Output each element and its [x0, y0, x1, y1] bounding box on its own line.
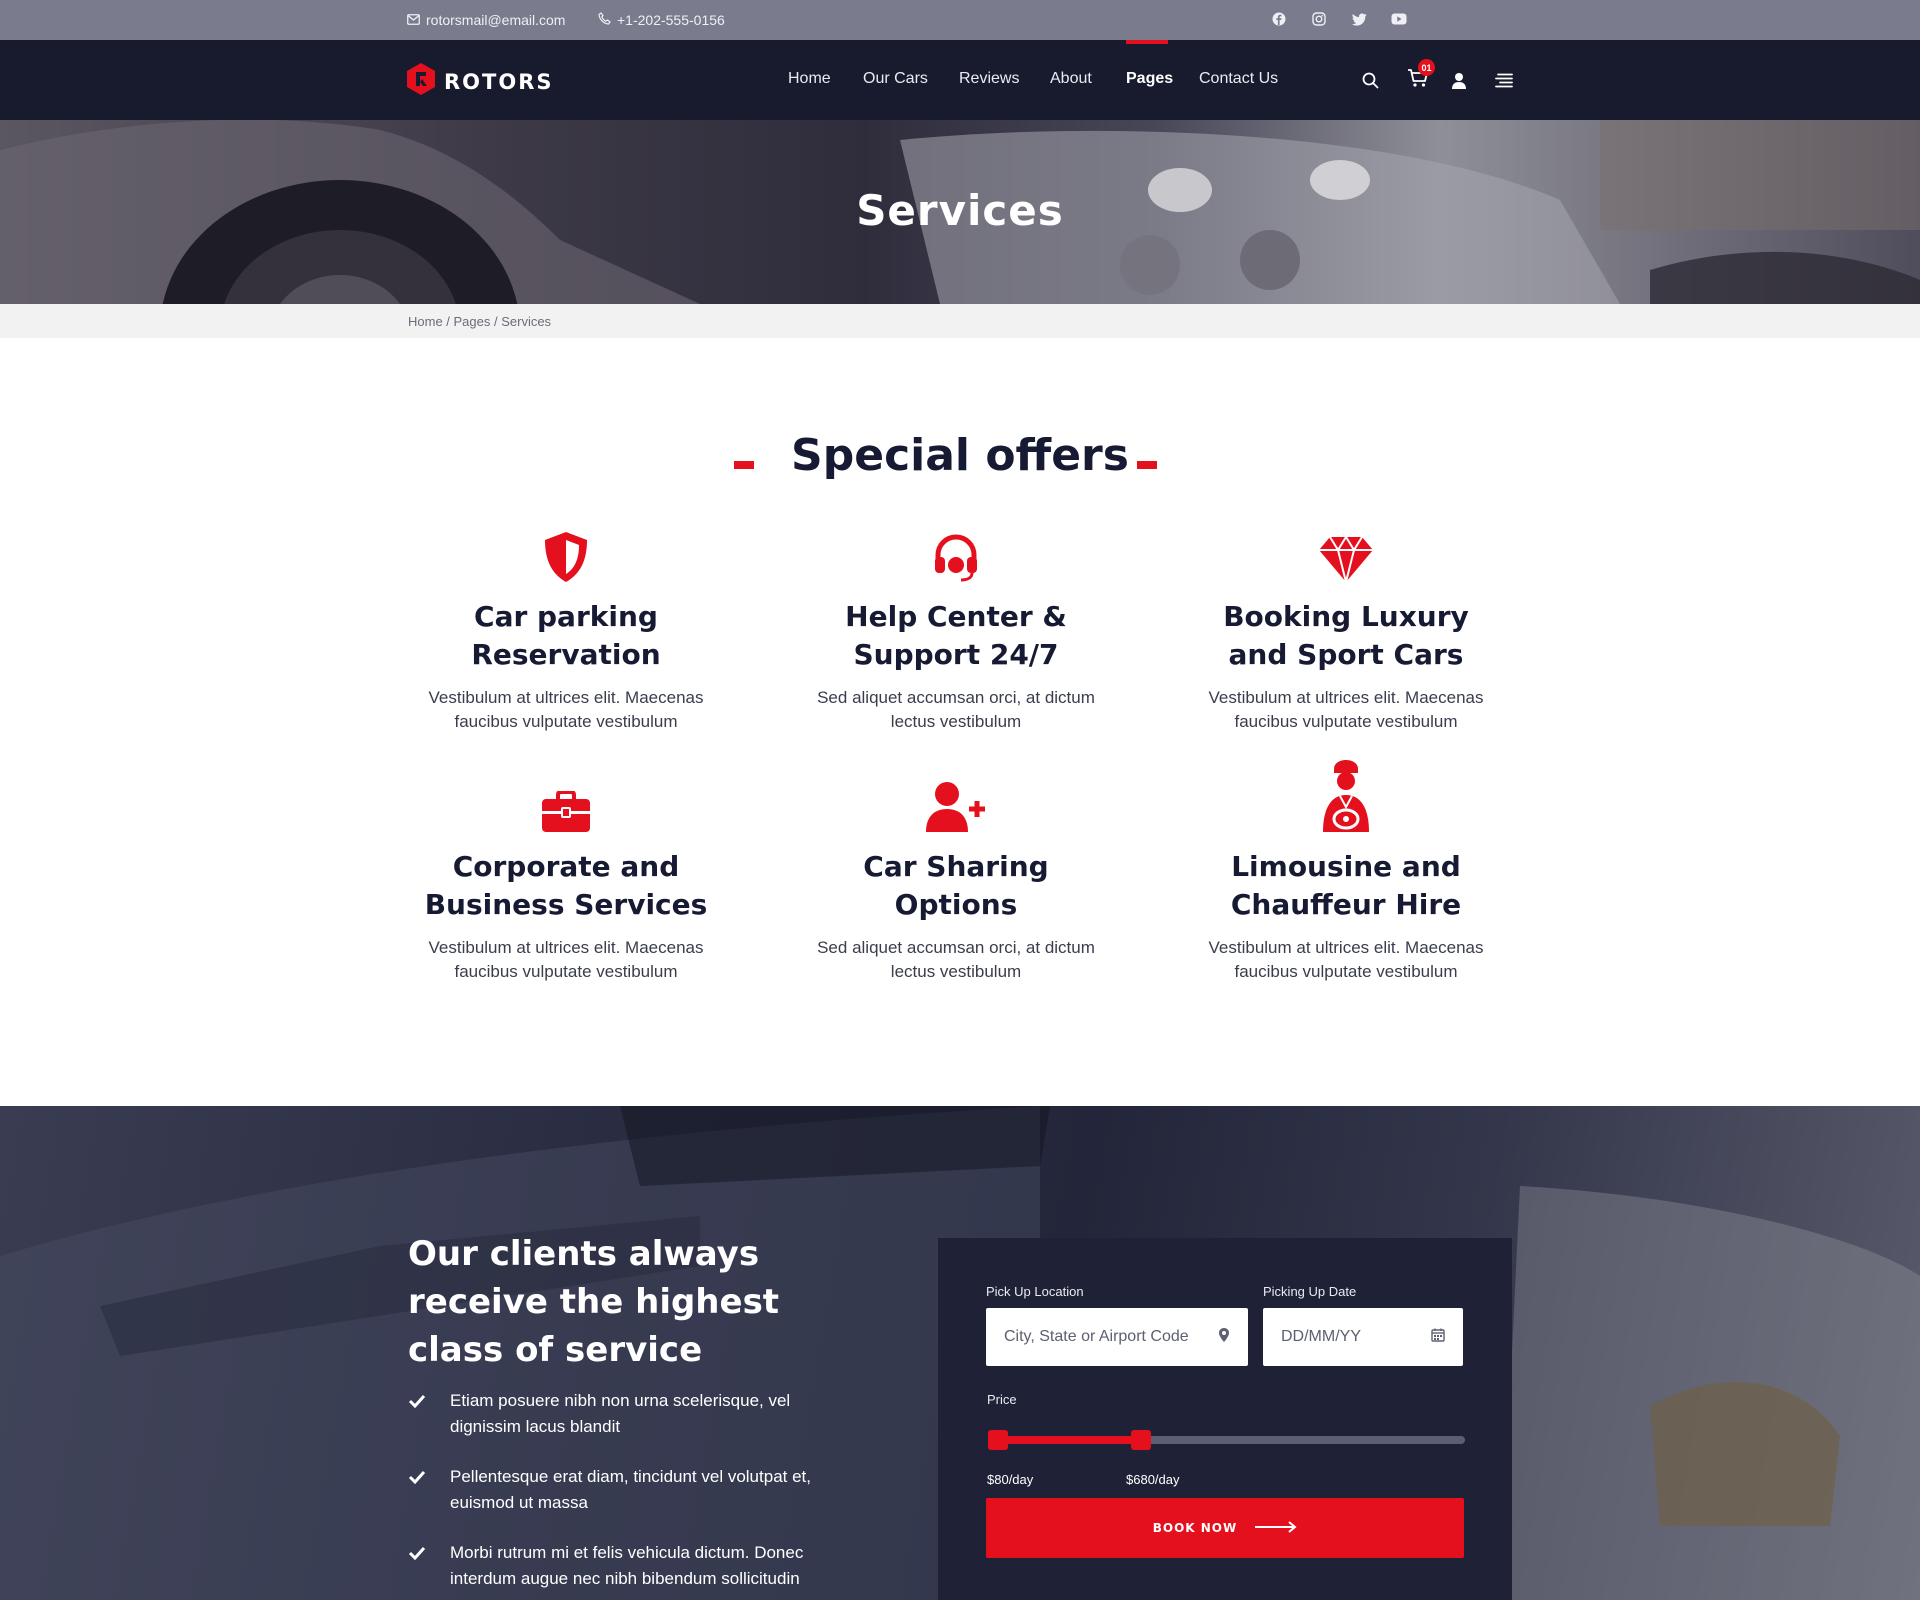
- cart-count-badge: 01: [1418, 59, 1435, 76]
- book-now-button[interactable]: BOOK NOW: [986, 1498, 1464, 1558]
- pickup-location-input[interactable]: City, State or Airport Code: [986, 1308, 1248, 1366]
- offer-title: Corporate and Business Services: [424, 850, 708, 921]
- price-min-value: $80/day: [987, 1472, 1034, 1487]
- offer-title: Car parking Reservation: [471, 600, 661, 671]
- page-title: Services: [856, 186, 1064, 235]
- offer-description: Sed aliquet accumsan orci, at dictum lec…: [817, 938, 1095, 981]
- date-placeholder: DD/MM/YY: [1281, 1328, 1361, 1345]
- cart-button[interactable]: 01: [1406, 59, 1435, 92]
- offer-description: Vestibulum at ultrices elit. Maecenas fa…: [1208, 938, 1484, 981]
- menu-icon[interactable]: [1492, 68, 1516, 92]
- offer-card[interactable]: Booking Luxury and Sport Cars Vestibulum…: [1176, 528, 1516, 734]
- diamond-icon: [1318, 535, 1374, 588]
- main-menu: Home Our Cars Reviews About Pages Contac…: [0, 70, 1920, 90]
- booking-heading: Our clients always receive the highest c…: [408, 1234, 780, 1370]
- price-max-handle[interactable]: [1131, 1430, 1152, 1450]
- offer-card[interactable]: Limousine and Chauffeur Hire Vestibulum …: [1176, 760, 1516, 984]
- list-item: Morbi rutrum mi et felis vehicula dictum…: [408, 1540, 848, 1592]
- offer-title: Car Sharing Options: [863, 850, 1049, 921]
- main-navbar: ROTORS Home Our Cars Reviews About Pages…: [0, 40, 1920, 120]
- offer-title: Help Center & Support 24/7: [845, 600, 1067, 671]
- price-min-handle[interactable]: [988, 1430, 1008, 1450]
- email-text: rotorsmail@email.com: [426, 12, 566, 28]
- phone-contact[interactable]: +1-202-555-0156: [598, 12, 725, 28]
- special-offers-title: Special offers: [791, 430, 1129, 481]
- phone-text: +1-202-555-0156: [617, 12, 725, 28]
- offer-title: Booking Luxury and Sport Cars: [1223, 600, 1469, 671]
- map-pin-icon: [1218, 1327, 1230, 1348]
- social-links: [1270, 10, 1408, 28]
- offer-description: Vestibulum at ultrices elit. Maecenas fa…: [428, 938, 704, 981]
- facebook-icon[interactable]: [1270, 10, 1288, 28]
- envelope-icon: [407, 12, 420, 28]
- nav-pages[interactable]: Pages: [1126, 70, 1173, 88]
- pickup-date-input[interactable]: DD/MM/YY: [1263, 1308, 1463, 1366]
- price-range-fill: [989, 1436, 1142, 1444]
- email-contact[interactable]: rotorsmail@email.com: [407, 12, 565, 28]
- offer-card[interactable]: Corporate and Business Services Vestibul…: [396, 778, 736, 984]
- list-item: Etiam posuere nibh non urna scelerisque,…: [408, 1388, 848, 1440]
- page-hero: Services: [0, 120, 1920, 304]
- headset-icon: [931, 533, 981, 588]
- twitter-icon[interactable]: [1350, 10, 1368, 28]
- nav-about[interactable]: About: [1050, 70, 1092, 88]
- search-icon[interactable]: [1358, 68, 1382, 92]
- offer-title: Limousine and Chauffeur Hire: [1230, 850, 1462, 921]
- offer-description: Vestibulum at ultrices elit. Maecenas fa…: [1208, 688, 1484, 731]
- user-plus-icon: [925, 781, 987, 838]
- title-dash-right: [1137, 461, 1157, 469]
- checkmark-icon: [408, 1540, 430, 1592]
- pickup-location-label: Pick Up Location: [986, 1284, 1084, 1299]
- offer-card[interactable]: Car Sharing Options Sed aliquet accumsan…: [786, 778, 1126, 984]
- instagram-icon[interactable]: [1310, 10, 1328, 28]
- offer-description: Vestibulum at ultrices elit. Maecenas fa…: [428, 688, 704, 731]
- pickup-date-label: Picking Up Date: [1263, 1284, 1357, 1299]
- briefcase-icon: [541, 790, 591, 838]
- checkmark-icon: [408, 1464, 430, 1516]
- breadcrumb-bar: Home / Pages / Services: [0, 304, 1920, 338]
- phone-icon: [598, 12, 611, 28]
- price-range-slider[interactable]: [988, 1430, 1465, 1450]
- checkmark-icon: [408, 1388, 430, 1440]
- book-now-label: BOOK NOW: [1152, 1521, 1238, 1535]
- booking-section: Our clients always receive the highest c…: [0, 1106, 1920, 1600]
- nav-our-cars[interactable]: Our Cars: [863, 70, 928, 88]
- nav-home[interactable]: Home: [788, 70, 831, 88]
- offer-description: Sed aliquet accumsan orci, at dictum lec…: [817, 688, 1095, 731]
- active-menu-indicator: [1126, 40, 1168, 44]
- nav-reviews[interactable]: Reviews: [959, 70, 1019, 88]
- youtube-icon[interactable]: [1390, 10, 1408, 28]
- offer-card[interactable]: Help Center & Support 24/7 Sed aliquet a…: [786, 528, 1126, 734]
- user-icon[interactable]: [1447, 68, 1471, 92]
- list-item: Pellentesque erat diam, tincidunt vel vo…: [408, 1464, 848, 1516]
- top-bar: rotorsmail@email.com +1-202-555-0156: [0, 0, 1920, 40]
- benefits-list: Etiam posuere nibh non urna scelerisque,…: [408, 1388, 848, 1600]
- chauffeur-icon: [1320, 760, 1372, 838]
- price-max-value: $680/day: [1126, 1472, 1180, 1487]
- calendar-icon: [1431, 1328, 1445, 1347]
- shield-icon: [543, 531, 589, 588]
- breadcrumb[interactable]: Home / Pages / Services: [408, 314, 551, 329]
- offer-card[interactable]: Car parking Reservation Vestibulum at ul…: [396, 528, 736, 734]
- arrow-right-icon: [1255, 1520, 1297, 1536]
- nav-contact-us[interactable]: Contact Us: [1199, 70, 1278, 88]
- price-label: Price: [987, 1392, 1017, 1407]
- pickup-placeholder: City, State or Airport Code: [1004, 1328, 1189, 1345]
